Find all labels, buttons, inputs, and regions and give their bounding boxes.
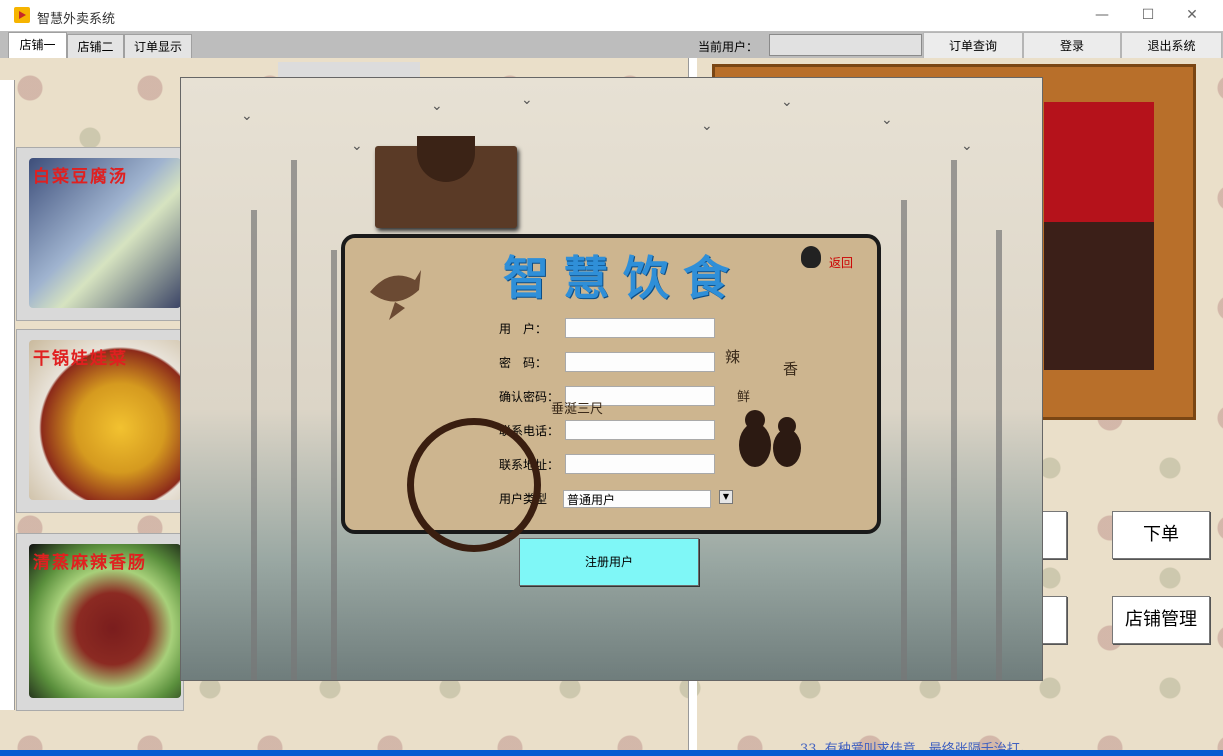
tab-store-two[interactable]: 店铺二	[67, 34, 124, 59]
current-user-field[interactable]	[769, 34, 922, 56]
left-strip	[0, 80, 15, 710]
decor-text-fragrant: 香	[783, 360, 799, 378]
close-button[interactable]: ✕	[1169, 0, 1215, 31]
decor-text-mouthwatering: 垂涎三尺	[551, 402, 604, 417]
window-title: 智慧外卖系统	[37, 12, 116, 27]
tab-store-one[interactable]: 店铺一	[8, 32, 67, 59]
background-caption: 33. 有种爱叫求佳意，最终张隔千治打。	[800, 742, 1033, 750]
tree-decor	[291, 160, 297, 680]
minimize-button[interactable]: —	[1079, 0, 1125, 31]
store-management-button[interactable]: 店铺管理	[1112, 596, 1210, 644]
dish-name: 白菜豆腐汤	[33, 167, 128, 187]
bird-icon: ⌄	[961, 138, 973, 154]
register-form-panel: 智慧饮食 返回 用 户： 密 码： 确认密码： 联系电话： 联系地址： 用户类型…	[341, 234, 881, 552]
bird-icon: ⌄	[241, 108, 253, 124]
username-input[interactable]	[565, 318, 715, 338]
tree-decor	[251, 210, 257, 680]
lantern-decor	[1044, 102, 1154, 222]
title-bar: 智慧外卖系统 — ☐ ✕	[0, 0, 1223, 31]
bird-icon: ⌄	[701, 118, 713, 134]
bird-icon: ⌄	[351, 138, 363, 154]
dialog-title: 智慧饮食	[503, 251, 743, 305]
decor-text-spicy: 辣	[725, 348, 741, 366]
dish-name: 清蒸麻辣香肠	[33, 553, 147, 573]
bicycle-wheel-decor	[407, 418, 541, 552]
confirm-password-label: 确认密码：	[499, 390, 560, 404]
user-type-select[interactable]: 普通用户	[563, 490, 711, 508]
maximize-button[interactable]: ☐	[1125, 0, 1171, 31]
login-button[interactable]: 登录	[1023, 32, 1121, 60]
dish-card[interactable]: 白菜豆腐汤	[16, 147, 184, 321]
app-icon	[14, 7, 30, 23]
password-input[interactable]	[565, 352, 715, 372]
decor-text-fresh: 鲜	[737, 390, 751, 405]
back-link[interactable]: 返回	[829, 254, 853, 271]
phone-input[interactable]	[565, 420, 715, 440]
register-button[interactable]: 注册用户	[519, 538, 699, 586]
tab-order-display[interactable]: 订单显示	[124, 34, 192, 59]
place-order-button[interactable]: 下单	[1112, 511, 1210, 559]
chevron-down-icon[interactable]: ▼	[719, 490, 733, 504]
dish-card[interactable]: 干锅娃娃菜	[16, 329, 184, 513]
address-input[interactable]	[565, 454, 715, 474]
tree-decor	[901, 200, 907, 680]
app-window: 智慧外卖系统 — ☐ ✕ 店铺一 店铺二 订单显示 当前用户： 订单查询 登录 …	[0, 0, 1223, 750]
order-query-button[interactable]: 订单查询	[923, 32, 1023, 60]
cats-icon	[739, 410, 801, 467]
bird-icon: ⌄	[881, 112, 893, 128]
register-dialog: ⌄ ⌄ ⌄ ⌄ ⌄ ⌄ ⌄ ⌄ 智慧饮食 返回 用 户： 密 码： 确认密码： …	[180, 77, 1043, 681]
tree-decor	[996, 230, 1002, 680]
dish-name: 干锅娃娃菜	[33, 349, 128, 369]
bird-icon: ⌄	[781, 94, 793, 110]
tree-decor	[951, 160, 957, 680]
bird-icon: ⌄	[431, 98, 443, 114]
exit-system-button[interactable]: 退出系统	[1121, 32, 1222, 60]
dish-card[interactable]: 清蒸麻辣香肠	[16, 533, 184, 711]
fish-icon	[370, 270, 421, 320]
password-label: 密 码：	[499, 356, 548, 370]
tree-decor	[331, 250, 337, 680]
current-user-label: 当前用户：	[698, 40, 759, 54]
back-icon[interactable]	[801, 246, 821, 268]
bird-icon: ⌄	[521, 92, 533, 108]
username-label: 用 户：	[499, 322, 548, 336]
